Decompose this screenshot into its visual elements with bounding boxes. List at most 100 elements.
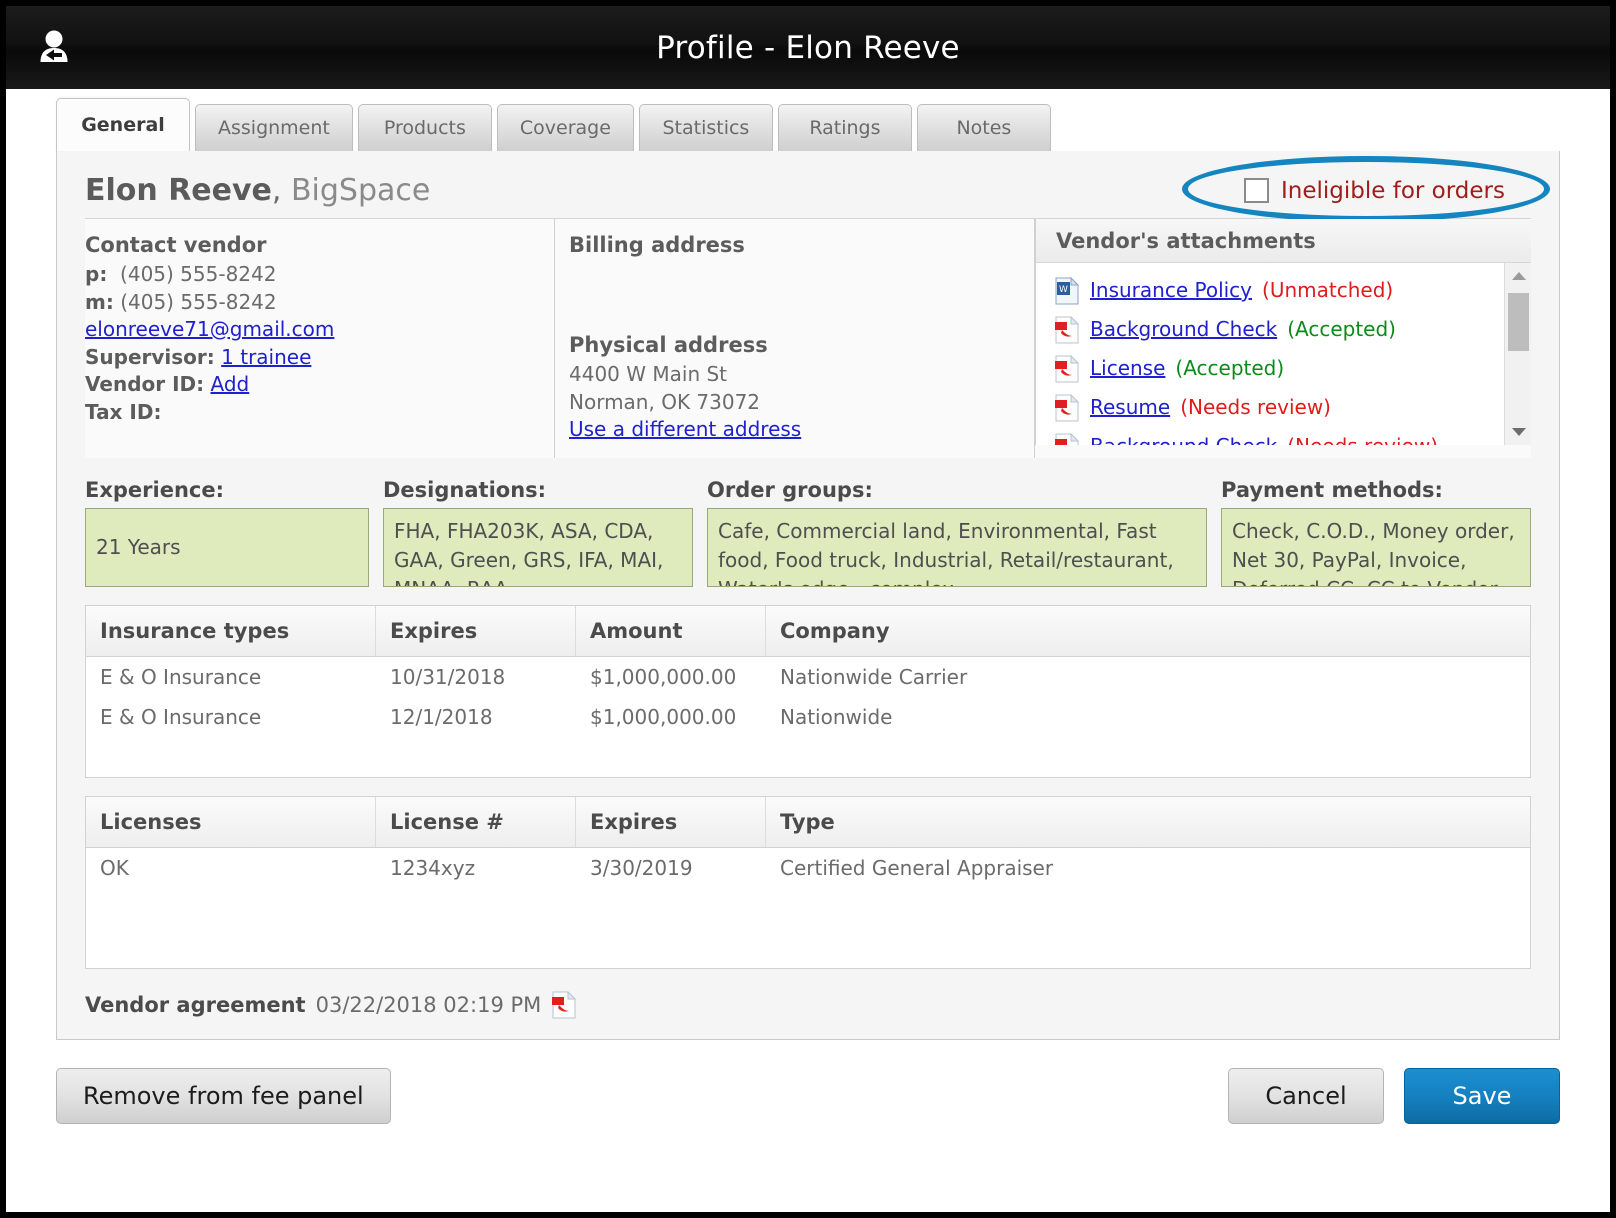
tax-id-label: Tax ID: xyxy=(85,399,162,424)
scroll-down-arrow-icon[interactable] xyxy=(1505,419,1531,445)
cell-license-state: OK xyxy=(100,856,129,880)
tab-assignment[interactable]: Assignment xyxy=(195,104,353,151)
info-columns: Contact vendor p: (405) 555-8242 m: (405… xyxy=(85,218,1531,458)
physical-address-title: Physical address xyxy=(569,333,768,357)
attachments-scrollbar[interactable] xyxy=(1504,263,1531,445)
payment-methods-field: Payment methods: Check, C.O.D., Money or… xyxy=(1221,478,1531,587)
attachment-link[interactable]: Resume xyxy=(1090,388,1170,427)
table-header-row: Insurance types Expires Amount Company xyxy=(86,606,1530,657)
experience-label: Experience: xyxy=(85,478,225,502)
supervisor-trainee-link[interactable]: 1 trainee xyxy=(221,345,311,369)
list-item[interactable]: Resume (Needs review) xyxy=(1054,388,1531,427)
save-button[interactable]: Save xyxy=(1404,1068,1560,1124)
cell-expires: 12/1/2018 xyxy=(390,705,493,729)
attachment-link[interactable]: Background Check xyxy=(1090,310,1277,349)
vendor-company: BigSpace xyxy=(290,173,431,208)
word-doc-icon: W xyxy=(1054,276,1080,305)
column-header-expires: Expires xyxy=(376,606,576,656)
designations-value: FHA, FHA203K, ASA, CDA, GAA, Green, GRS,… xyxy=(383,508,693,587)
designations-field: Designations: FHA, FHA203K, ASA, CDA, GA… xyxy=(383,478,693,587)
experience-field: Experience: 21 Years xyxy=(85,478,369,587)
vendor-header-row: Elon Reeve, BigSpace Ineligible for orde… xyxy=(57,151,1559,222)
column-header-insurance-types: Insurance types xyxy=(86,606,376,656)
summary-fields-row: Experience: 21 Years Designations: FHA, … xyxy=(85,478,1531,587)
ineligible-checkbox[interactable] xyxy=(1244,178,1270,203)
footer-actions: Cancel Save xyxy=(1228,1068,1560,1124)
tab-statistics[interactable]: Statistics xyxy=(638,104,773,151)
insurance-table: Insurance types Expires Amount Company E… xyxy=(85,605,1531,778)
vendor-id-add-link[interactable]: Add xyxy=(210,372,249,396)
vendor-id-line: Vendor ID: Add xyxy=(85,371,544,399)
general-panel: Elon Reeve, BigSpace Ineligible for orde… xyxy=(56,150,1560,1040)
experience-value: 21 Years xyxy=(85,508,369,587)
attachment-link[interactable]: License xyxy=(1090,349,1165,388)
vendor-id-label: Vendor ID: xyxy=(85,372,205,397)
billing-address-title: Billing address xyxy=(569,233,745,257)
table-row[interactable]: E & O Insurance 10/31/2018 $1,000,000.00… xyxy=(86,657,1530,697)
tab-products[interactable]: Products xyxy=(357,104,492,151)
billing-address-column: Billing address Physical address 4400 W … xyxy=(555,219,1035,458)
cell-expires: 3/30/2019 xyxy=(590,856,693,880)
window-title: Profile - Elon Reeve xyxy=(656,29,960,66)
ineligible-for-orders-group[interactable]: Ineligible for orders xyxy=(1182,155,1551,222)
email-link[interactable]: elonreeve71@gmail.com xyxy=(85,317,334,341)
attachment-status: (Accepted) xyxy=(1175,356,1285,380)
list-item[interactable]: Background Check (Needs review) xyxy=(1054,427,1531,445)
list-item[interactable]: Background Check (Accepted) xyxy=(1054,310,1531,349)
table-header-row: Licenses License # Expires Type xyxy=(86,797,1530,848)
different-address-line: Use a different address xyxy=(569,416,1034,444)
list-item[interactable]: W Insurance Policy (Unmatched) xyxy=(1054,271,1531,310)
email-line: elonreeve71@gmail.com xyxy=(85,316,544,344)
pdf-doc-icon xyxy=(1054,354,1080,383)
mobile-label: m: xyxy=(85,289,114,314)
tab-ratings[interactable]: Ratings xyxy=(777,104,912,151)
mobile-value: (405) 555-8242 xyxy=(120,289,277,314)
tab-coverage[interactable]: Coverage xyxy=(496,104,634,151)
tab-notes[interactable]: Notes xyxy=(916,104,1051,151)
pdf-doc-icon xyxy=(1054,432,1080,445)
table-body: E & O Insurance 10/31/2018 $1,000,000.00… xyxy=(86,657,1530,777)
dialog-footer: Remove from fee panel Cancel Save xyxy=(6,1040,1610,1124)
cell-amount: $1,000,000.00 xyxy=(590,705,737,729)
phone-line: p: (405) 555-8242 xyxy=(85,261,544,289)
ineligible-label: Ineligible for orders xyxy=(1281,177,1505,204)
cell-expires: 10/31/2018 xyxy=(390,665,506,689)
cell-amount: $1,000,000.00 xyxy=(590,665,737,689)
pdf-doc-icon[interactable] xyxy=(551,990,577,1019)
vendor-attachments-list: W Insurance Policy (Unmatched) Backgroun… xyxy=(1035,263,1531,445)
pdf-doc-icon xyxy=(1054,393,1080,422)
phone-value: (405) 555-8242 xyxy=(120,262,277,286)
name-separator: , xyxy=(271,173,291,208)
title-bar: Profile - Elon Reeve xyxy=(6,6,1610,89)
profile-dialog: Profile - Elon Reeve General Assignment … xyxy=(0,0,1616,1218)
cell-license-type: Certified General Appraiser xyxy=(780,856,1054,880)
scrollbar-thumb[interactable] xyxy=(1508,293,1529,351)
order-groups-value: Cafe, Commercial land, Environmental, Fa… xyxy=(707,508,1207,587)
city-state-zip-line: Norman, OK 73072 xyxy=(569,389,761,414)
vendor-name: Elon Reeve xyxy=(85,173,272,208)
order-groups-label: Order groups: xyxy=(707,478,873,502)
contact-vendor-column: Contact vendor p: (405) 555-8242 m: (405… xyxy=(85,219,555,458)
use-different-address-link[interactable]: Use a different address xyxy=(569,417,801,441)
list-item[interactable]: License (Accepted) xyxy=(1054,349,1531,388)
attachment-status: (Needs review) xyxy=(1287,427,1438,445)
attachment-link[interactable]: Insurance Policy xyxy=(1090,271,1252,310)
order-groups-field: Order groups: Cafe, Commercial land, Env… xyxy=(707,478,1207,587)
scroll-up-arrow-icon[interactable] xyxy=(1505,263,1531,289)
vendor-attachments-title: Vendor's attachments xyxy=(1035,219,1531,263)
supervisor-label: Supervisor: xyxy=(85,344,215,369)
tab-strip: General Assignment Products Coverage Sta… xyxy=(6,89,1610,151)
svg-text:W: W xyxy=(1059,285,1068,295)
cancel-button[interactable]: Cancel xyxy=(1228,1068,1384,1124)
supervisor-line: Supervisor: 1 trainee xyxy=(85,344,544,372)
vendor-attachments-column: Vendor's attachments W Insurance Policy xyxy=(1035,219,1531,458)
phone-label: p: xyxy=(85,262,108,286)
column-header-license-number: License # xyxy=(376,797,576,847)
table-row[interactable]: OK 1234xyz 3/30/2019 Certified General A… xyxy=(86,848,1530,888)
attachment-link[interactable]: Background Check xyxy=(1090,427,1277,445)
attachment-status: (Accepted) xyxy=(1287,317,1396,341)
remove-from-fee-panel-button[interactable]: Remove from fee panel xyxy=(56,1068,391,1124)
tab-general[interactable]: General xyxy=(56,98,190,151)
payment-methods-label: Payment methods: xyxy=(1221,478,1443,502)
table-row[interactable]: E & O Insurance 12/1/2018 $1,000,000.00 … xyxy=(86,697,1530,737)
